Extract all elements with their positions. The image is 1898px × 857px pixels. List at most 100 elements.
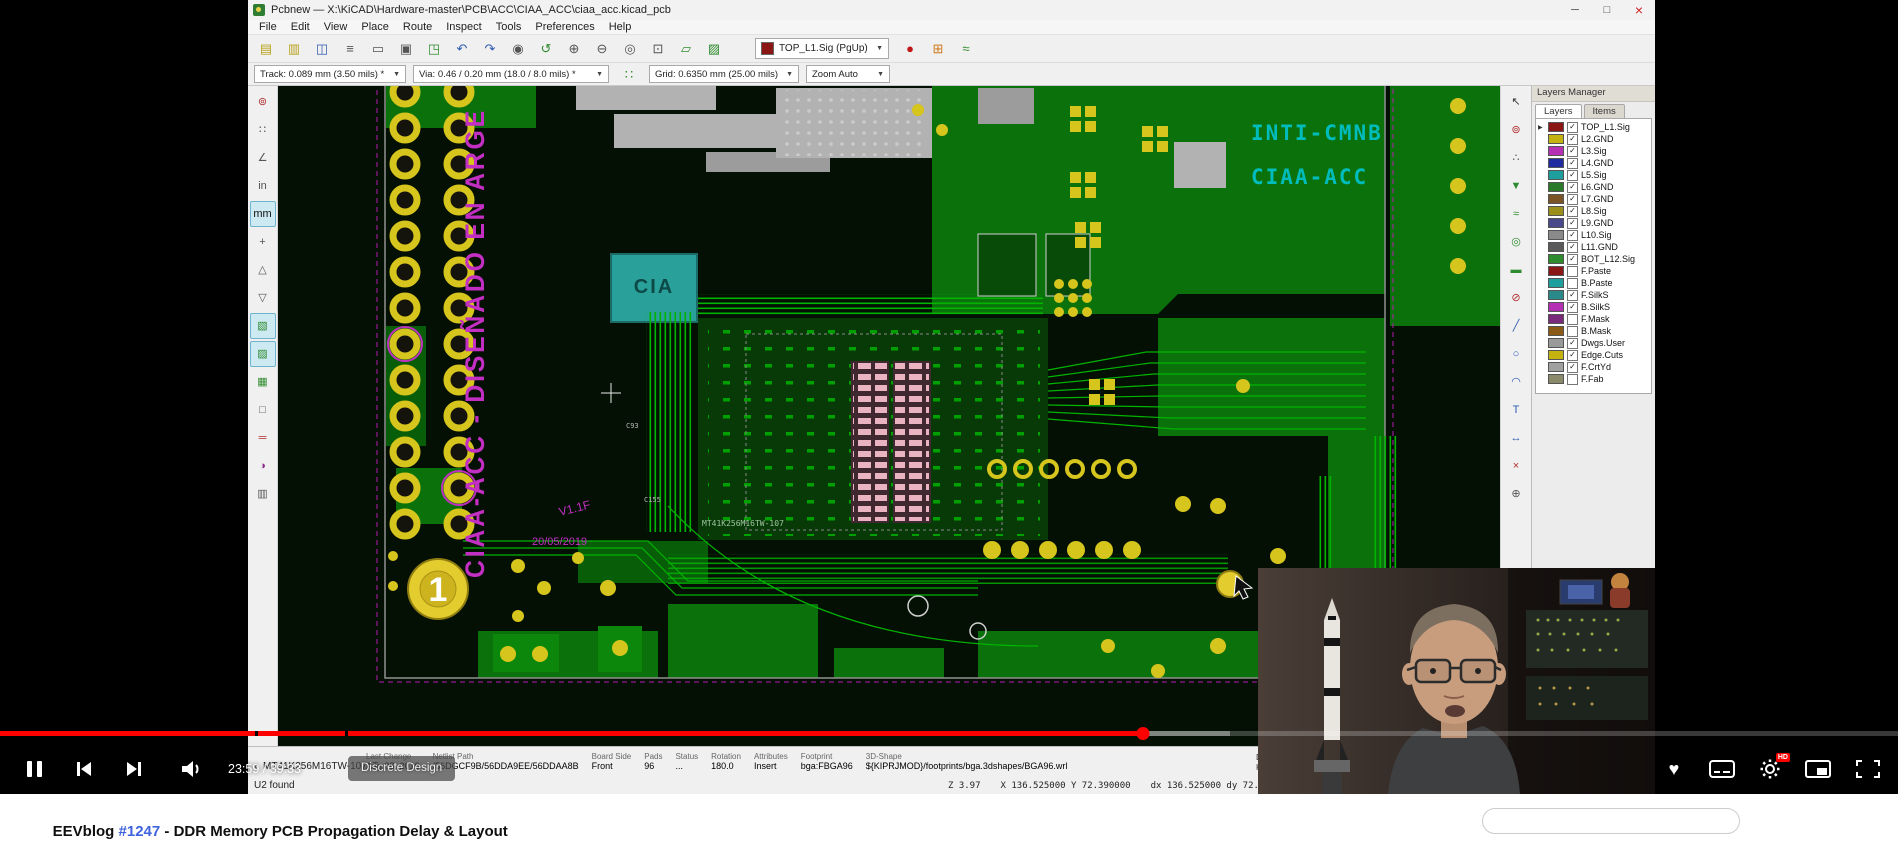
layer-color-swatch[interactable] [1548, 158, 1564, 168]
draw-zone-icon[interactable]: ▬ [1503, 257, 1529, 283]
active-layer-select[interactable]: TOP_L1.Sig (PgUp) ▼ [755, 38, 889, 59]
layer-visibility-checkbox[interactable] [1567, 193, 1578, 205]
layer-visibility-checkbox[interactable] [1567, 277, 1578, 289]
layer-color-swatch[interactable] [1548, 290, 1564, 300]
layer-row[interactable]: ▶ L2.GND [1536, 133, 1651, 145]
scrubber-handle[interactable] [1136, 727, 1150, 740]
layer-color-swatch[interactable] [1548, 254, 1564, 264]
layer-row[interactable]: ▶ L5.Sig [1536, 169, 1651, 181]
hotkey-language-icon[interactable]: ● [897, 36, 923, 62]
layer-visibility-checkbox[interactable] [1567, 337, 1578, 349]
layer-visibility-checkbox[interactable] [1567, 253, 1578, 265]
ratsnest-visibility-icon[interactable]: △ [250, 257, 276, 283]
settings-button[interactable]: HD [1748, 745, 1792, 793]
layer-row[interactable]: ▶ TOP_L1.Sig [1536, 121, 1651, 133]
miniplayer-button[interactable] [1796, 745, 1840, 793]
update-pcb-icon[interactable]: ⊞ [925, 36, 951, 62]
maximize-button[interactable]: □ [1591, 0, 1623, 20]
menu-route[interactable]: Route [396, 21, 439, 33]
zoom-out-icon[interactable]: ⊖ [589, 36, 615, 62]
menu-view[interactable]: View [317, 21, 355, 33]
sidebar-pill[interactable] [1482, 808, 1740, 834]
layer-visibility-checkbox[interactable] [1567, 145, 1578, 157]
previous-button[interactable] [62, 745, 106, 793]
place-via-icon[interactable]: ◎ [1503, 229, 1529, 255]
menu-preferences[interactable]: Preferences [528, 21, 601, 33]
undo-icon[interactable]: ↶ [449, 36, 475, 62]
zone-outline-mode-icon[interactable]: ▨ [249, 341, 276, 367]
redo-icon[interactable]: ↷ [477, 36, 503, 62]
zoom-select[interactable]: Zoom Auto ▼ [806, 65, 890, 83]
zone-sketch-mode-icon[interactable]: ▦ [250, 369, 276, 395]
chapter-title[interactable]: Discrete Design [348, 756, 456, 781]
layer-color-swatch[interactable] [1548, 314, 1564, 324]
layer-visibility-checkbox[interactable] [1567, 217, 1578, 229]
polar-coords-icon[interactable]: ∠ [250, 145, 276, 171]
layer-color-swatch[interactable] [1548, 218, 1564, 228]
keepout-area-icon[interactable]: ⊘ [1503, 285, 1529, 311]
menu-inspect[interactable]: Inspect [439, 21, 488, 33]
thanks-button[interactable]: ♥ [1652, 745, 1696, 793]
layer-color-swatch[interactable] [1548, 194, 1564, 204]
layer-color-swatch[interactable] [1548, 134, 1564, 144]
menu-help[interactable]: Help [602, 21, 639, 33]
layer-visibility-checkbox[interactable] [1567, 181, 1578, 193]
layer-color-swatch[interactable] [1548, 278, 1564, 288]
layer-row[interactable]: ▶ B.Mask [1536, 325, 1651, 337]
layer-visibility-checkbox[interactable] [1567, 241, 1578, 253]
via-size-select[interactable]: Via: 0.46 / 0.20 mm (18.0 / 8.0 mils) * … [413, 65, 609, 83]
pause-button[interactable] [12, 745, 56, 793]
grid-style-icon[interactable]: ∷ [616, 61, 642, 87]
layer-visibility-checkbox[interactable] [1567, 289, 1578, 301]
units-inch-icon[interactable]: in [250, 173, 276, 199]
layer-color-swatch[interactable] [1548, 266, 1564, 276]
layer-row[interactable]: ▶ Dwgs.User [1536, 337, 1651, 349]
layer-visibility-checkbox[interactable] [1567, 229, 1578, 241]
layer-row[interactable]: ▶ L8.Sig [1536, 205, 1651, 217]
tracks-sketch-icon[interactable]: ═ [250, 425, 276, 451]
layer-row[interactable]: ▶ L11.GND [1536, 241, 1651, 253]
layer-row[interactable]: ▶ L3.Sig [1536, 145, 1651, 157]
layer-color-swatch[interactable] [1548, 350, 1564, 360]
menu-edit[interactable]: Edit [284, 21, 317, 33]
layer-row[interactable]: ▶ F.SilkS [1536, 289, 1651, 301]
ratsnest-curved-icon[interactable]: ▽ [250, 285, 276, 311]
layer-visibility-checkbox[interactable] [1567, 301, 1578, 313]
draw-circle-icon[interactable]: ○ [1503, 341, 1529, 367]
layer-color-swatch[interactable] [1548, 206, 1564, 216]
layer-color-swatch[interactable] [1548, 326, 1564, 336]
layer-row[interactable]: ▶ F.CrtYd [1536, 361, 1651, 373]
layer-row[interactable]: ▶ F.Paste [1536, 265, 1651, 277]
footprint-browser-icon[interactable]: ▨ [701, 36, 727, 62]
volume-button[interactable] [168, 745, 212, 793]
layer-visibility-checkbox[interactable] [1567, 265, 1578, 277]
next-button[interactable] [112, 745, 156, 793]
zoom-in-icon[interactable]: ⊕ [561, 36, 587, 62]
place-footprint-icon[interactable]: ▼ [1503, 173, 1529, 199]
layer-visibility-checkbox[interactable] [1567, 325, 1578, 337]
layer-row[interactable]: ▶ L10.Sig [1536, 229, 1651, 241]
layer-visibility-checkbox[interactable] [1567, 205, 1578, 217]
layer-visibility-checkbox[interactable] [1567, 133, 1578, 145]
layer-color-swatch[interactable] [1548, 242, 1564, 252]
progress-bar[interactable] [0, 727, 1898, 740]
layer-row[interactable]: ▶ Edge.Cuts [1536, 349, 1651, 361]
select-tool-icon[interactable]: ↖ [1503, 89, 1529, 115]
find-icon[interactable]: ◉ [505, 36, 531, 62]
delete-tool-icon[interactable]: × [1503, 453, 1529, 479]
layer-row[interactable]: ▶ L9.GND [1536, 217, 1651, 229]
layer-visibility-checkbox[interactable] [1567, 169, 1578, 181]
save-board-icon[interactable]: ◫ [309, 36, 335, 62]
layer-color-swatch[interactable] [1548, 362, 1564, 372]
layer-visibility-checkbox[interactable] [1567, 361, 1578, 373]
cursor-style-icon[interactable]: + [250, 229, 276, 255]
layer-color-swatch[interactable] [1548, 338, 1564, 348]
zoom-fit-icon[interactable]: ◎ [617, 36, 643, 62]
video-number-link[interactable]: #1247 [119, 823, 161, 840]
tab-items[interactable]: Items [1583, 104, 1625, 118]
tab-layers[interactable]: Layers [1535, 104, 1582, 118]
page-settings-icon[interactable]: ▭ [365, 36, 391, 62]
print-icon[interactable]: ▣ [393, 36, 419, 62]
local-ratsnest-icon[interactable]: ∴ [1503, 145, 1529, 171]
layer-visibility-checkbox[interactable] [1567, 157, 1578, 169]
